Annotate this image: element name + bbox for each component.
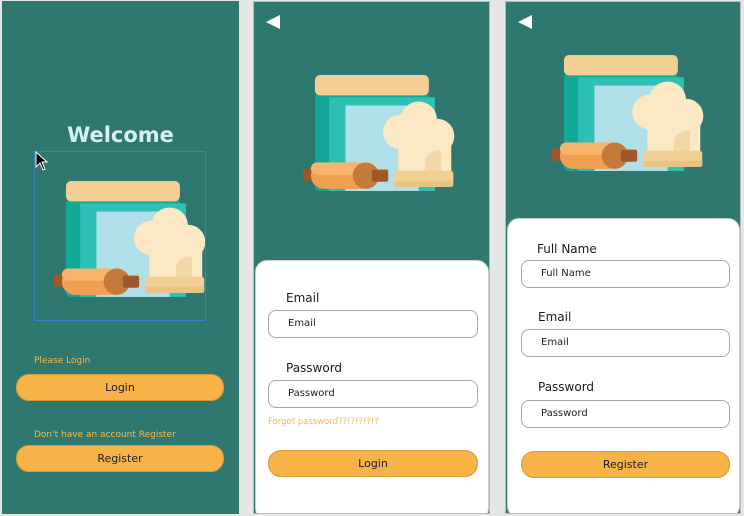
selection-box (34, 151, 206, 321)
login-prompt: Please Login (34, 356, 91, 366)
fullname-label: Full Name (537, 242, 597, 256)
fullname-field[interactable]: Full Name (521, 260, 730, 288)
cookbook-illustration (290, 75, 464, 193)
back-arrow-icon[interactable] (264, 14, 282, 34)
register-button[interactable]: Register (521, 451, 730, 478)
email-label: Email (538, 310, 572, 324)
email-field[interactable]: Email (521, 329, 730, 357)
email-field[interactable]: Email (268, 310, 478, 338)
login-card: Email Email Password Password Forgot pas… (255, 260, 489, 513)
register-screen: Full Name Full Name Email Email Password… (505, 1, 741, 514)
back-arrow-icon[interactable] (516, 14, 534, 34)
cookbook-illustration (538, 55, 714, 173)
forgot-password-link[interactable]: Forgot password??!?!?!?!? (268, 417, 379, 427)
welcome-title: Welcome (67, 123, 174, 147)
email-label: Email (286, 291, 320, 305)
password-label: Password (286, 361, 343, 375)
password-field[interactable]: Password (521, 400, 730, 428)
mouse-cursor-icon (35, 150, 49, 175)
register-button[interactable]: Register (16, 445, 224, 472)
register-card: Full Name Full Name Email Email Password… (507, 218, 740, 513)
login-button[interactable]: Login (268, 450, 478, 477)
welcome-screen: Welcome Please Login Login Don't have an… (2, 1, 239, 514)
password-field[interactable]: Password (268, 380, 478, 408)
register-prompt[interactable]: Don't have an account Register (34, 430, 176, 440)
login-button[interactable]: Login (16, 374, 224, 401)
login-screen: Email Email Password Password Forgot pas… (253, 1, 490, 514)
password-label: Password (538, 380, 595, 394)
